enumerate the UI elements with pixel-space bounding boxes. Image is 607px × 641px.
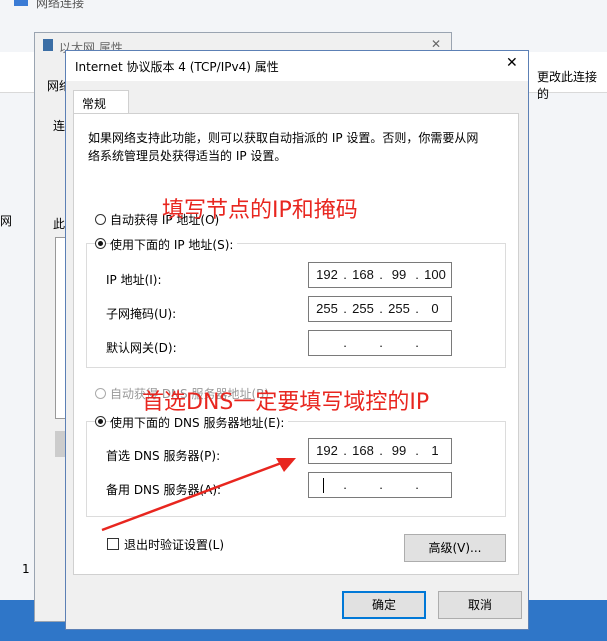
red-arrow-icon (101, 458, 296, 532)
